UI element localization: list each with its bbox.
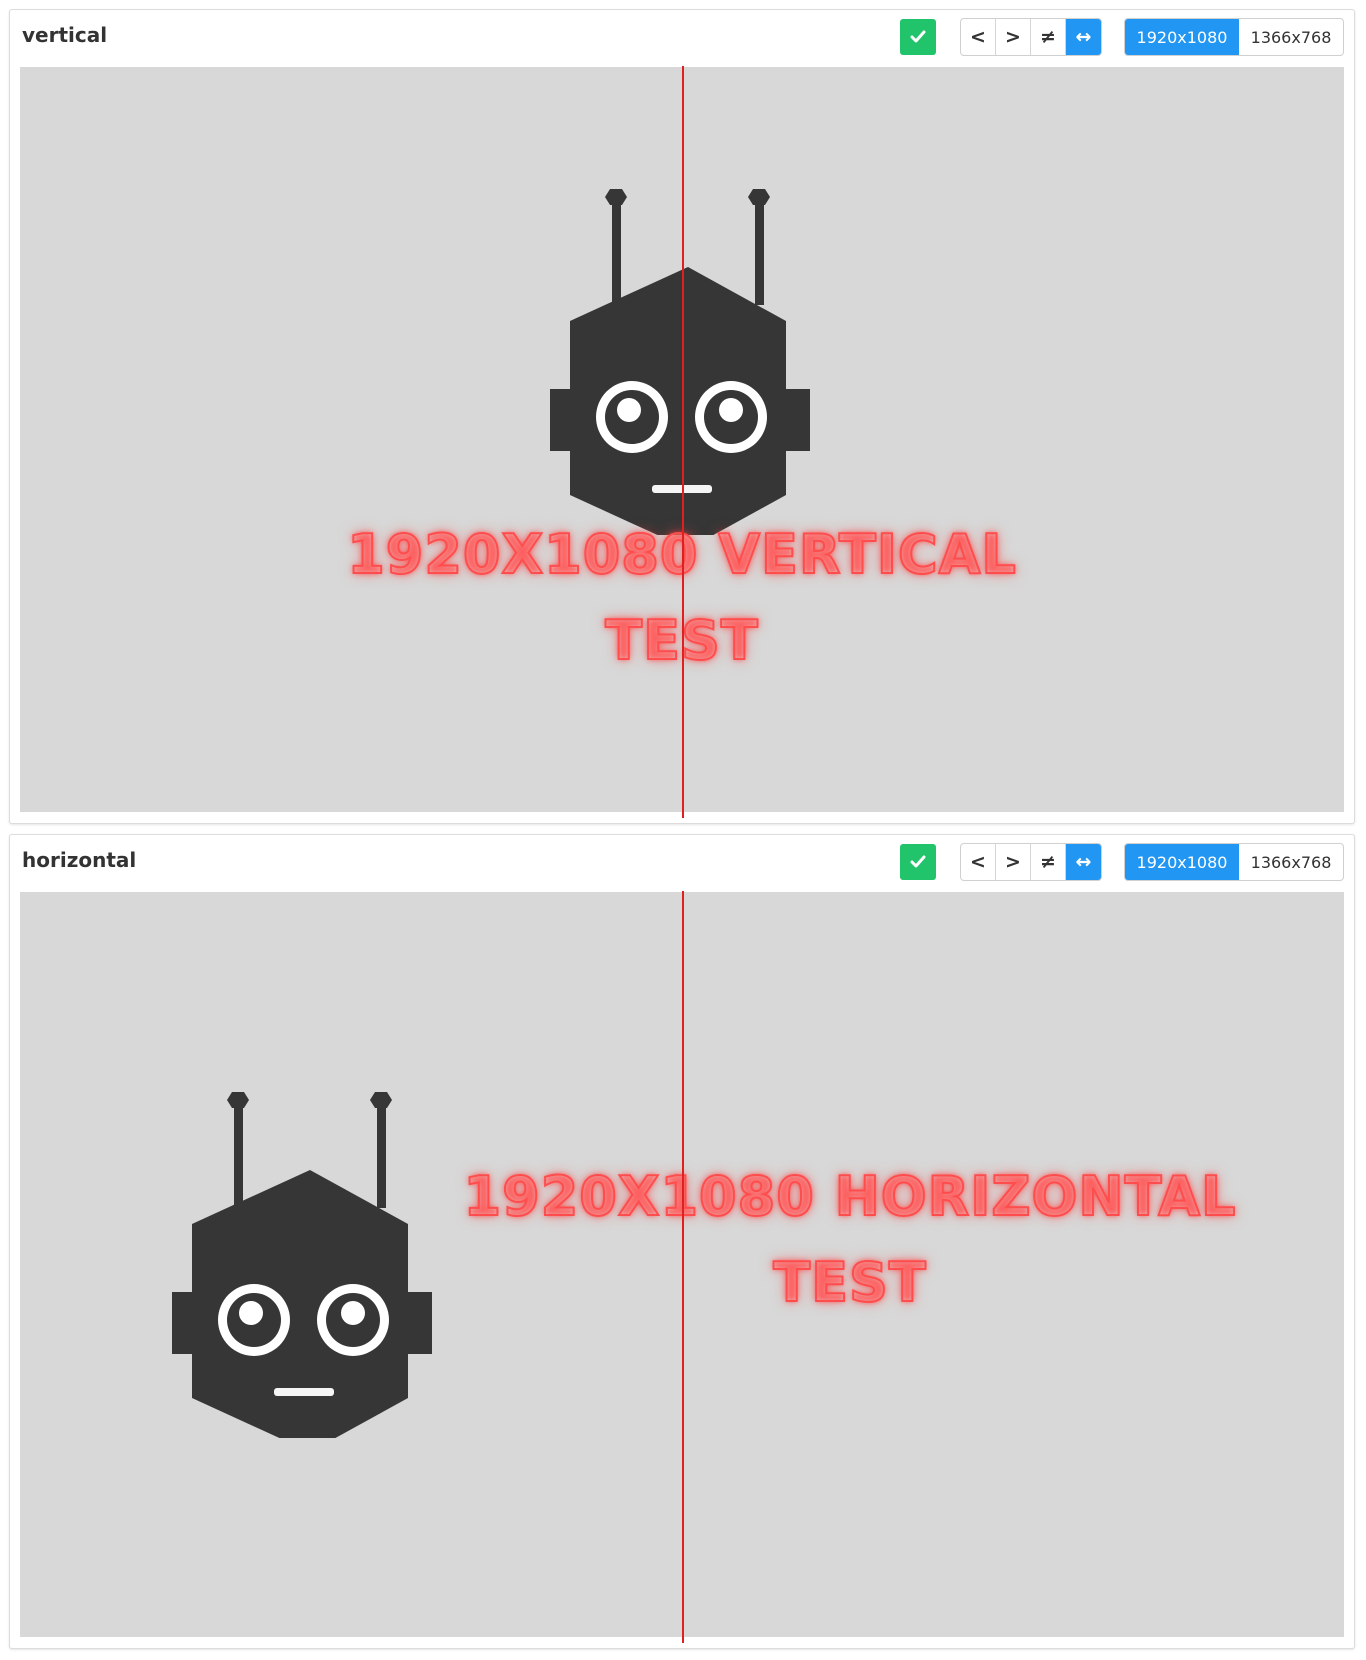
swipe-mode-button[interactable]: ↔	[1066, 19, 1101, 55]
panel-header: vertical < > ≠ ↔ 1920x1080 1366x768	[10, 10, 1354, 64]
neon-caption: 1920X1080 HORIZONTAL TEST	[460, 1154, 1240, 1326]
panel-title: vertical	[22, 23, 108, 47]
robot-logo	[550, 189, 810, 535]
resolution-1366x768-button[interactable]: 1366x768	[1239, 19, 1343, 55]
resolution-1920x1080-button[interactable]: 1920x1080	[1125, 844, 1239, 880]
previous-button[interactable]: <	[961, 844, 996, 880]
robot-logo	[172, 1092, 432, 1438]
check-icon	[910, 30, 926, 43]
next-button[interactable]: >	[996, 844, 1031, 880]
neon-caption-line-2: TEST	[772, 1250, 927, 1315]
check-icon	[910, 855, 926, 868]
swipe-mode-button[interactable]: ↔	[1066, 844, 1101, 880]
diff-mode-button[interactable]: ≠	[1031, 19, 1066, 55]
approve-button[interactable]	[900, 844, 936, 880]
panel-title: horizontal	[22, 848, 137, 872]
resolution-button-group: 1920x1080 1366x768	[1124, 843, 1344, 881]
diff-mode-button[interactable]: ≠	[1031, 844, 1066, 880]
comparison-divider[interactable]	[682, 66, 684, 818]
resolution-1920x1080-button[interactable]: 1920x1080	[1125, 19, 1239, 55]
approve-button[interactable]	[900, 19, 936, 55]
navigation-button-group: < > ≠ ↔	[960, 18, 1102, 56]
resolution-1366x768-button[interactable]: 1366x768	[1239, 844, 1343, 880]
neon-caption-line-1: 1920X1080 HORIZONTAL	[463, 1164, 1237, 1229]
next-button[interactable]: >	[996, 19, 1031, 55]
resolution-button-group: 1920x1080 1366x768	[1124, 18, 1344, 56]
panel-header: horizontal < > ≠ ↔ 1920x1080 1366x768	[10, 835, 1354, 889]
navigation-button-group: < > ≠ ↔	[960, 843, 1102, 881]
previous-button[interactable]: <	[961, 19, 996, 55]
comparison-divider[interactable]	[682, 891, 684, 1643]
